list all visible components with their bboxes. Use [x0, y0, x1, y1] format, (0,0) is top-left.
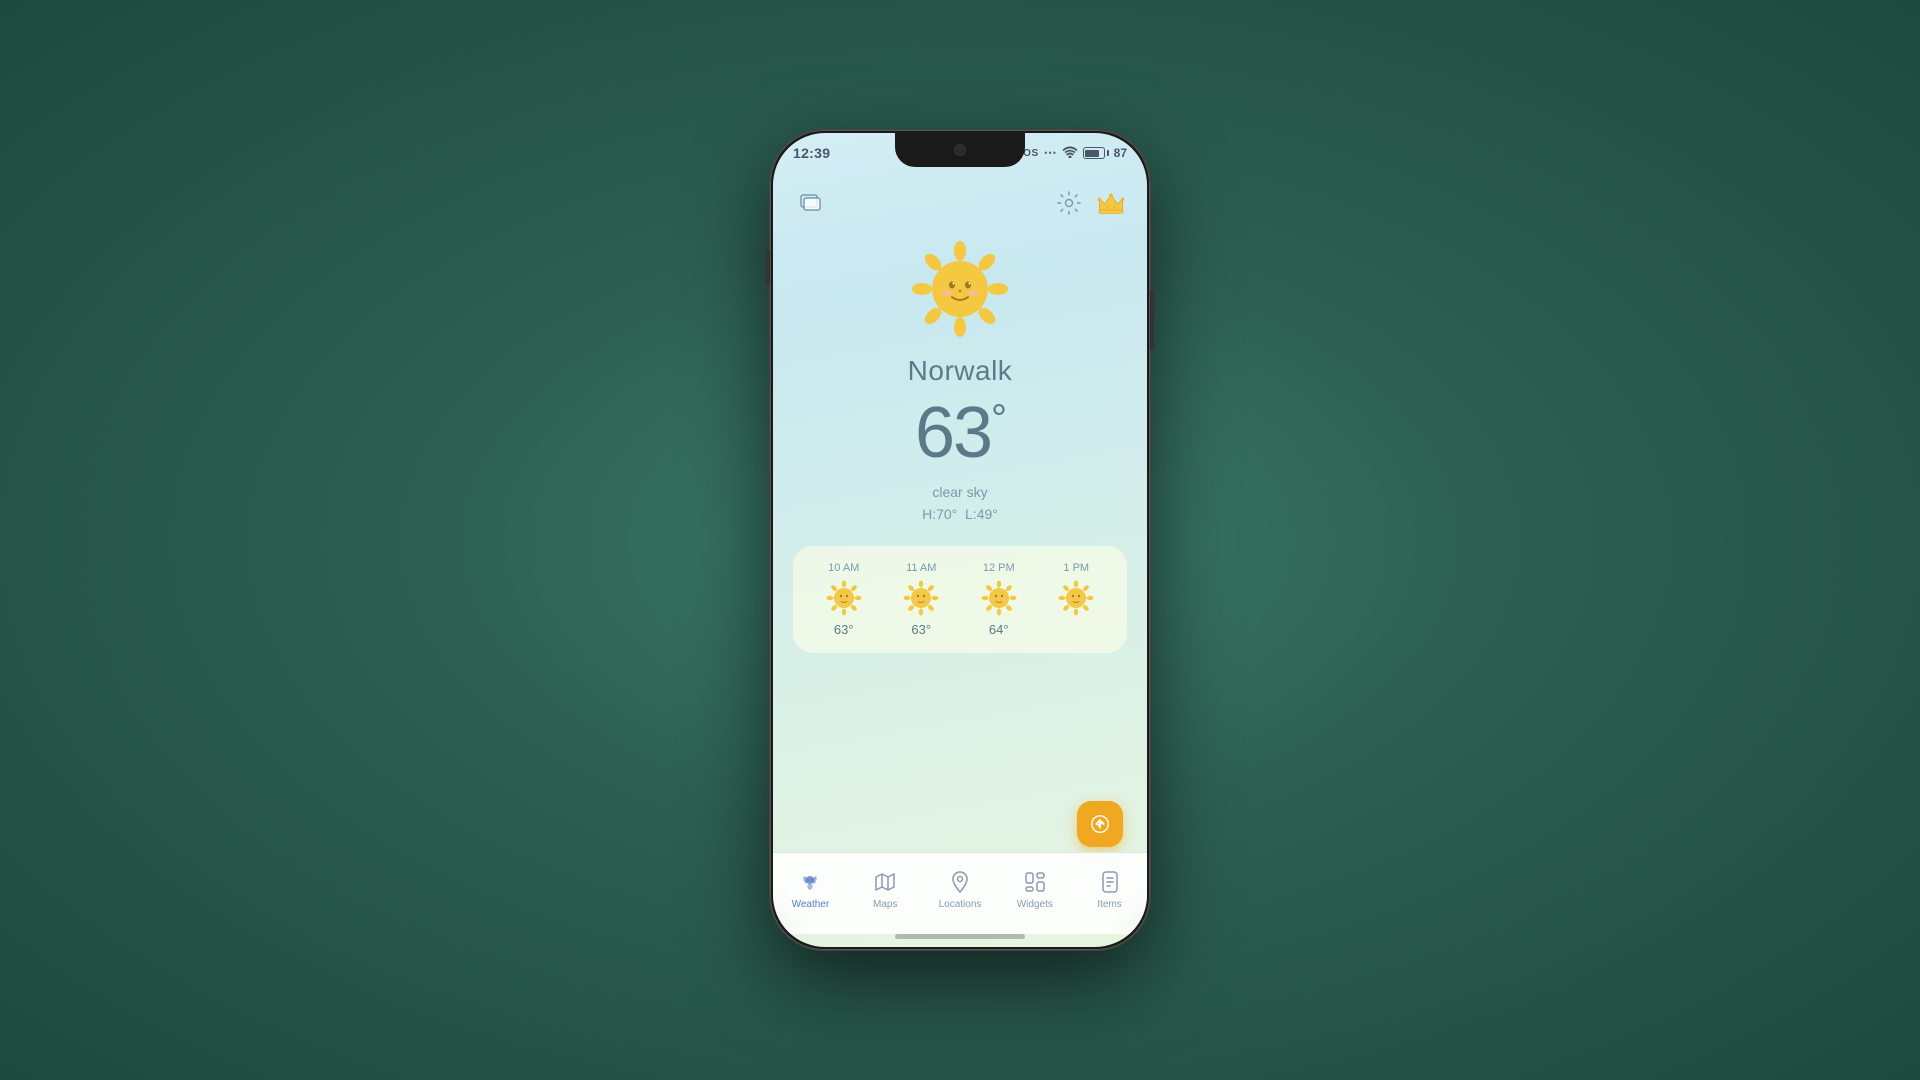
hourly-item-1: 11 AM [887, 562, 957, 637]
widgets-tab-icon [1022, 869, 1048, 895]
wifi-icon: ⋯ [1044, 145, 1057, 161]
hour-label-3: 1 PM [1063, 562, 1089, 574]
maps-tab-icon [872, 869, 898, 895]
notch [895, 133, 1025, 167]
sun-character [910, 239, 1010, 339]
hourly-item-2: 12 PM [964, 562, 1034, 637]
hour-temp-1: 63° [911, 622, 931, 637]
weather-condition: clear sky [922, 481, 998, 503]
hour-label-0: 10 AM [828, 562, 859, 574]
hour-temp-0: 63° [834, 622, 854, 637]
temperature-value: 63 [915, 393, 991, 473]
tab-label-widgets: Widgets [1017, 899, 1053, 910]
items-tab-icon [1097, 869, 1123, 895]
weather-description: clear sky H:70° L:49° [922, 481, 998, 526]
phone-frame: 12:39 SOS ⋯ 8 [770, 130, 1150, 950]
main-content: Norwalk 63° clear sky H:70° L:49° 10 AM [773, 229, 1147, 852]
tab-maps[interactable]: Maps [848, 869, 923, 910]
tab-weather[interactable]: Weather [773, 869, 848, 910]
tab-items[interactable]: Items [1072, 869, 1147, 910]
location-name: Norwalk [908, 355, 1013, 387]
temperature-unit: ° [991, 397, 1005, 441]
front-camera [954, 144, 966, 156]
weather-tab-icon [797, 869, 823, 895]
tab-widgets[interactable]: Widgets [997, 869, 1072, 910]
battery-icon [1083, 147, 1109, 159]
home-indicator [895, 934, 1025, 939]
hourly-item-0: 10 AM [809, 562, 879, 637]
phone-screen: 12:39 SOS ⋯ 8 [773, 133, 1147, 947]
tab-label-locations: Locations [939, 899, 982, 910]
layers-button[interactable] [793, 185, 829, 221]
tab-label-weather: Weather [792, 899, 830, 910]
hourly-forecast-card: 10 AM [793, 546, 1127, 653]
status-right: SOS ⋯ 87 [1016, 145, 1127, 161]
hourly-item-3: 1 PM [1042, 562, 1112, 637]
tab-label-items: Items [1097, 899, 1121, 910]
tab-bar: Weather Maps Locations [773, 852, 1147, 934]
wifi-signal-icon [1062, 146, 1078, 161]
header-right-icons [1053, 187, 1127, 219]
locations-tab-icon [947, 869, 973, 895]
hour-label-1: 11 AM [906, 562, 936, 574]
hourly-grid: 10 AM [809, 562, 1111, 637]
hour-label-2: 12 PM [983, 562, 1015, 574]
battery-level: 87 [1114, 146, 1127, 160]
crown-button[interactable] [1095, 187, 1127, 219]
tab-locations[interactable]: Locations [923, 869, 998, 910]
status-time: 12:39 [793, 145, 830, 161]
share-button[interactable] [1077, 801, 1123, 847]
tab-label-maps: Maps [873, 899, 897, 910]
hour-temp-2: 64° [989, 622, 1009, 637]
app-header [773, 181, 1147, 229]
temperature-display: 63° [915, 397, 1005, 469]
settings-button[interactable] [1053, 187, 1085, 219]
weather-highlow: H:70° L:49° [922, 503, 998, 525]
